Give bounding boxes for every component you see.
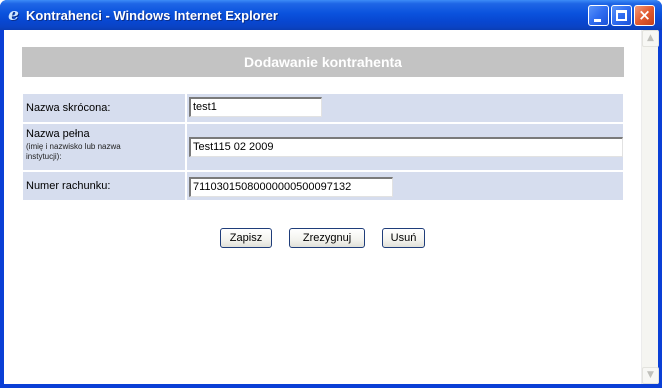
short-name-label-cell: Nazwa skrócona: <box>23 94 185 122</box>
cancel-button[interactable]: Zrezygnuj <box>289 228 365 248</box>
scroll-down-icon[interactable]: ▼ <box>642 367 659 384</box>
full-name-label-cell: Nazwa pełna (imię i nazwisko lub nazwa i… <box>23 124 185 170</box>
close-icon: × <box>638 6 651 24</box>
scroll-up-icon[interactable]: ▲ <box>642 30 659 47</box>
save-button[interactable]: Zapisz <box>220 228 272 248</box>
full-name-input[interactable]: Test115 02 2009 <box>189 137 623 157</box>
account-number-label: Numer rachunku: <box>26 180 111 192</box>
minimize-icon <box>594 19 601 22</box>
maximize-icon <box>616 10 627 21</box>
maximize-button[interactable] <box>611 5 632 26</box>
short-name-field-cell: test1 <box>187 94 623 122</box>
full-name-hint-line2: instytucji): <box>26 152 62 161</box>
delete-button[interactable]: Usuń <box>382 228 425 248</box>
contractor-form: Nazwa skrócona: test1 Nazwa pełna (imię … <box>22 93 624 203</box>
full-name-hint-line1: (imię i nazwisko lub nazwa <box>26 142 121 151</box>
account-number-input[interactable]: 71103015080000000500097132 <box>189 177 393 197</box>
browser-window: e Kontrahenci - Windows Internet Explore… <box>0 0 662 388</box>
account-number-label-cell: Numer rachunku: <box>23 172 185 200</box>
page-title: Dodawanie kontrahenta <box>244 54 402 70</box>
form-row-account-number: Numer rachunku: 711030150800000005000971… <box>22 171 624 201</box>
page-header: Dodawanie kontrahenta <box>22 47 624 77</box>
browser-client-area: Dodawanie kontrahenta Nazwa skrócona: te… <box>4 30 659 384</box>
page-content: Dodawanie kontrahenta Nazwa skrócona: te… <box>4 30 641 384</box>
full-name-label: Nazwa pełna <box>26 128 90 140</box>
title-bar[interactable]: e Kontrahenci - Windows Internet Explore… <box>0 0 662 30</box>
form-row-full-name: Nazwa pełna (imię i nazwisko lub nazwa i… <box>22 123 624 171</box>
minimize-button[interactable] <box>588 5 609 26</box>
form-row-short-name: Nazwa skrócona: test1 <box>22 93 624 123</box>
vertical-scrollbar[interactable]: ▲ ▼ <box>641 30 659 384</box>
internet-explorer-icon: e <box>8 5 19 25</box>
window-title: Kontrahenci - Windows Internet Explorer <box>26 8 278 23</box>
account-number-field-cell: 71103015080000000500097132 <box>187 172 623 200</box>
short-name-input[interactable]: test1 <box>189 97 322 117</box>
close-button[interactable]: × <box>634 5 655 26</box>
short-name-label: Nazwa skrócona: <box>26 102 111 114</box>
full-name-field-cell: Test115 02 2009 <box>187 124 623 170</box>
